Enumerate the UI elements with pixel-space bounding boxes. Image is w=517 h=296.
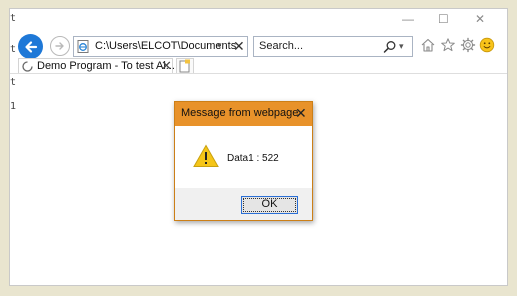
ok-button[interactable]: OK <box>241 196 298 214</box>
star-icon[interactable] <box>440 37 456 53</box>
dialog-title: Message from webpage <box>181 107 299 119</box>
ie-page-icon <box>77 40 89 53</box>
back-arrow-icon <box>24 40 37 53</box>
address-text[interactable]: C:\Users\ELCOT\Documents <box>95 40 236 52</box>
loading-spinner-icon <box>22 61 33 72</box>
dialog-body: Data1 : 522 <box>175 126 312 188</box>
dialog-titlebar[interactable]: Message from webpage ✕ <box>175 102 312 126</box>
new-tab-button[interactable] <box>176 58 194 74</box>
tab-demo-program[interactable]: Demo Program - To test Al... ✕ <box>18 58 175 74</box>
minimize-button[interactable]: — <box>402 12 414 26</box>
tab-strip-divider <box>10 73 507 74</box>
dialog-close-button[interactable]: ✕ <box>295 105 307 122</box>
forward-button[interactable] <box>50 36 70 56</box>
smiley-icon[interactable] <box>479 37 495 53</box>
search-input[interactable]: Search... ▾ <box>253 36 413 57</box>
tab-label: Demo Program - To test Al... <box>37 60 175 72</box>
background-text-fragment: 1 <box>10 101 17 112</box>
home-icon[interactable] <box>420 37 436 53</box>
message-dialog: Message from webpage ✕ Data1 : 522 OK <box>174 101 313 221</box>
back-button[interactable] <box>18 34 43 59</box>
warning-icon <box>193 144 219 167</box>
address-bar[interactable]: C:\Users\ELCOT\Documents ▾ ✕ <box>73 36 248 57</box>
search-dropdown-icon[interactable]: ▾ <box>399 41 404 52</box>
background-text-fragment: t <box>10 13 17 24</box>
gear-icon[interactable] <box>460 37 476 53</box>
address-close-icon[interactable]: ✕ <box>233 38 245 55</box>
window-close-button[interactable]: ✕ <box>475 12 485 26</box>
background-text-fragment: t <box>10 44 17 55</box>
search-icon[interactable] <box>383 40 397 54</box>
tab-close-icon[interactable]: ✕ <box>161 58 172 74</box>
search-placeholder: Search... <box>259 40 304 52</box>
address-dropdown-icon[interactable]: ▾ <box>217 40 222 51</box>
maximize-button[interactable]: ☐ <box>438 12 449 26</box>
forward-arrow-icon <box>55 42 64 50</box>
background-text-fragment: t <box>10 77 17 88</box>
dialog-message: Data1 : 522 <box>227 153 279 164</box>
new-tab-icon <box>179 59 190 73</box>
